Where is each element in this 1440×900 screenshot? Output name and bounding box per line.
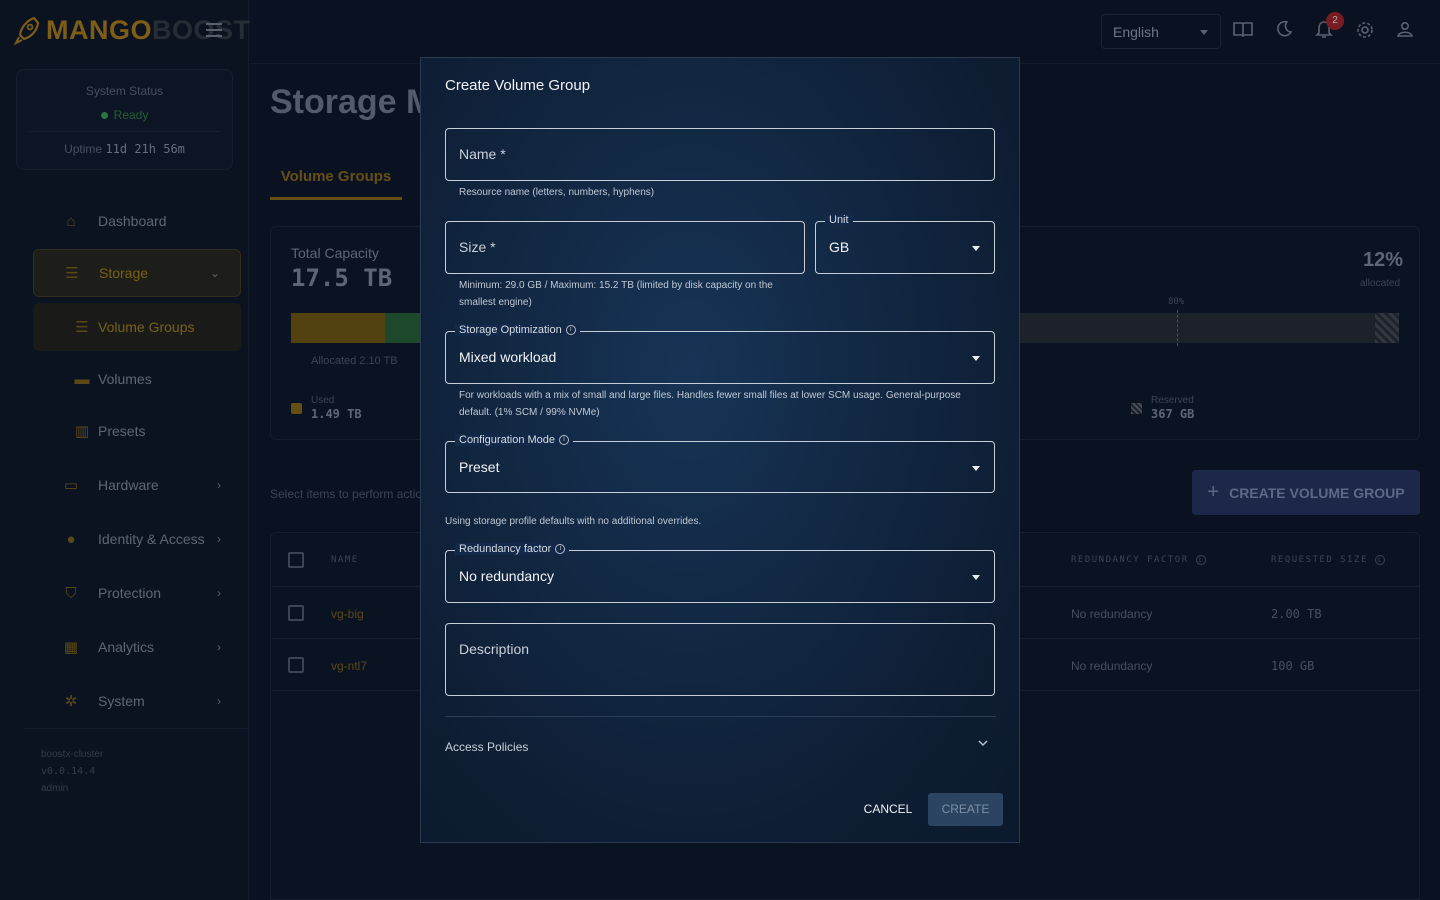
redundancy-factor-select[interactable]: Redundancy factor i No redundancy	[445, 543, 995, 603]
storage-optimization-help: For workloads with a mix of small and la…	[459, 390, 961, 418]
caret-down-icon	[972, 246, 980, 251]
configuration-mode-select[interactable]: Configuration Mode i Preset	[445, 434, 995, 493]
size-field[interactable]: Size *	[445, 221, 805, 274]
cancel-button[interactable]: CANCEL	[858, 793, 918, 826]
divider	[445, 716, 996, 717]
description-field[interactable]: Description	[445, 623, 995, 696]
caret-down-icon	[972, 356, 980, 361]
storage-optimization-select[interactable]: Storage Optimization i Mixed workload	[445, 324, 995, 384]
info-icon: i	[559, 435, 570, 445]
caret-down-icon	[972, 466, 980, 471]
info-icon: i	[555, 544, 566, 554]
caret-down-icon	[972, 575, 980, 580]
name-field[interactable]: Name *	[445, 128, 995, 181]
dialog-title: Create Volume Group	[445, 77, 591, 94]
info-icon: i	[565, 325, 576, 335]
size-help: Minimum: 29.0 GB / Maximum: 15.2 TB (lim…	[459, 280, 773, 308]
access-policies-toggle[interactable]: Access Policies	[445, 740, 528, 754]
unit-select[interactable]: Unit GB	[815, 214, 995, 274]
configuration-mode-help: Using storage profile defaults with no a…	[445, 516, 702, 527]
chevron-down-icon[interactable]	[978, 738, 988, 748]
create-button[interactable]: CREATE	[928, 793, 1003, 826]
name-help: Resource name (letters, numbers, hyphens…	[459, 187, 655, 198]
